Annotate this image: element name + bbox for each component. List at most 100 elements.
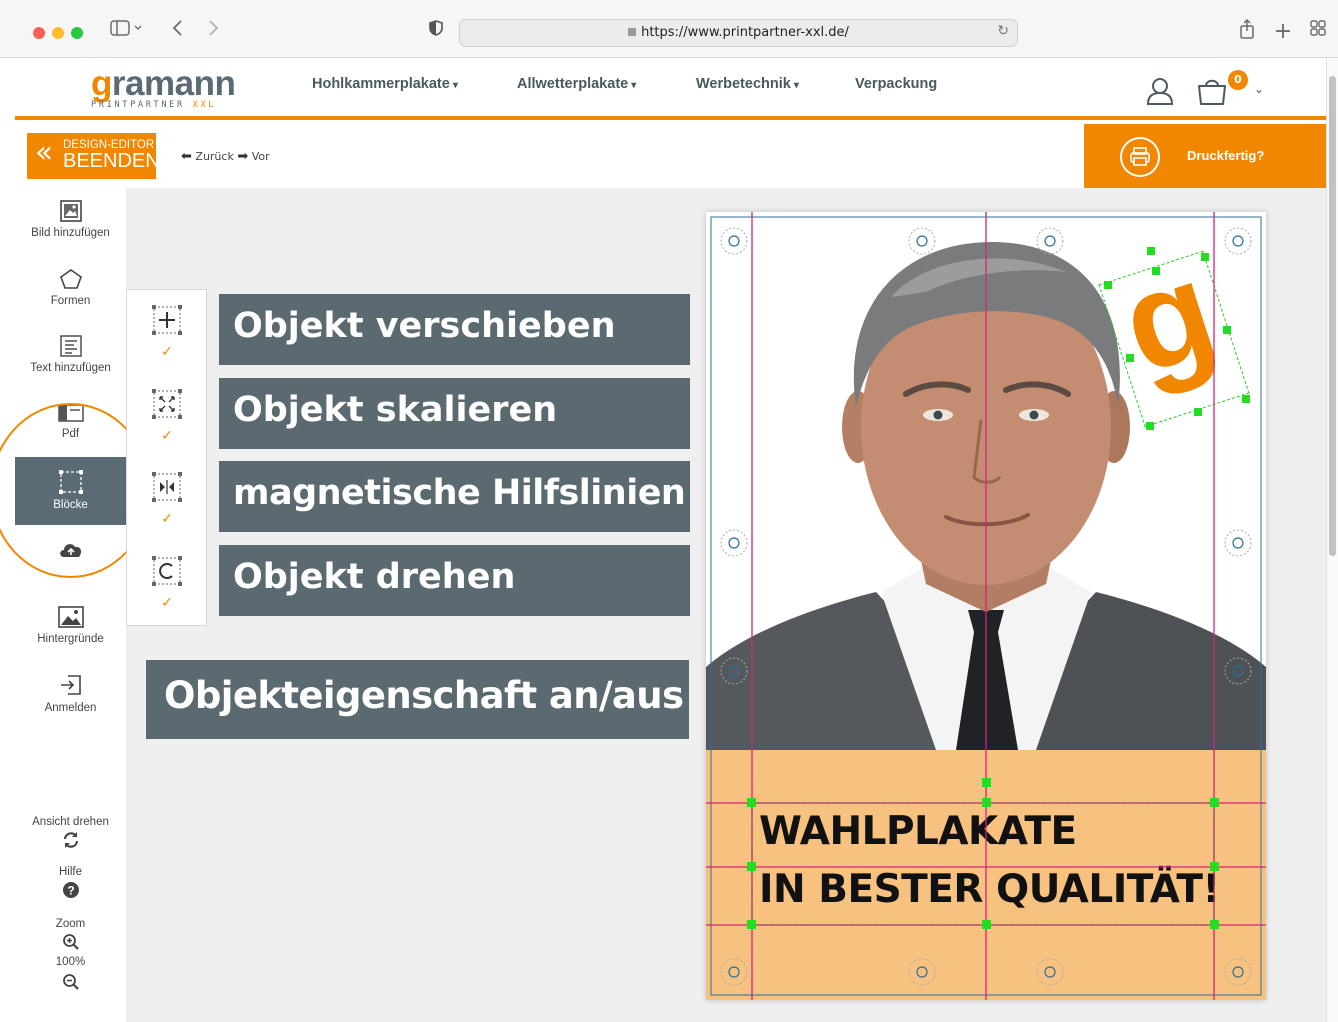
nav-label: Hohlkammerplakate <box>312 76 450 92</box>
url-text: https://www.printpartner-xxl.de/ <box>641 25 849 40</box>
nav-hohlkammerplakate[interactable]: Hohlkammerplakate ▾ <box>312 76 458 92</box>
callout-text: Objekt verschieben <box>233 306 616 346</box>
check-icon: ✓ <box>161 511 173 527</box>
chevron-down-icon[interactable]: ⌄ <box>1254 82 1264 96</box>
check-icon: ✓ <box>161 595 173 611</box>
sidebar-item-label: Text hinzufügen <box>30 362 111 374</box>
callout-text: Objekt skalieren <box>233 390 558 430</box>
callout-toggle-property: Objekteigenschaft an/aus <box>146 660 689 739</box>
sidebar-item-backgrounds[interactable]: Hintergründe <box>15 606 126 645</box>
help-button[interactable]: Hilfe ? <box>15 866 126 904</box>
redo-arrow-icon: ➡ <box>237 149 249 164</box>
login-icon <box>60 675 81 695</box>
new-tab-icon[interactable]: + <box>1270 18 1296 46</box>
magnet-guides-icon <box>152 472 182 502</box>
sidebar-item-add-text[interactable]: Text hinzufügen <box>15 335 126 374</box>
refresh-icon <box>63 832 78 848</box>
callout-scale: Objekt skalieren <box>219 378 690 449</box>
double-chevron-left-icon: ‹‹ <box>35 135 53 170</box>
scale-icon <box>152 389 182 419</box>
logo-subline-accent: XXL <box>192 100 217 110</box>
logo-letter-g: g <box>91 64 112 103</box>
share-icon[interactable] <box>1234 18 1260 46</box>
shield-icon[interactable] <box>424 18 448 46</box>
zoom-window-button[interactable] <box>71 27 83 39</box>
sidebar-item-label: Formen <box>50 295 91 307</box>
sidebar-item-label: Hintergründe <box>37 633 104 645</box>
user-account-icon[interactable] <box>1145 76 1175 106</box>
scale-toggle[interactable]: ✓ <box>151 388 183 444</box>
print-ready-label: Druckfertig? <box>1187 148 1265 163</box>
print-ready-button[interactable]: Druckfertig? <box>1084 124 1326 188</box>
logo-subline: PRINTPARTNER <box>91 100 185 110</box>
check-icon: ✓ <box>161 428 173 444</box>
callout-rotate: Objekt drehen <box>219 545 690 616</box>
browser-toolbar: https://www.printpartner-xxl.de/ ↻ + <box>0 0 1338 58</box>
callout-move: Objekt verschieben <box>219 294 690 365</box>
close-window-button[interactable] <box>33 27 45 39</box>
sidebar-item-login[interactable]: Anmelden <box>15 673 126 714</box>
redo-label: Vor <box>251 150 270 163</box>
rotate-view-button[interactable]: Ansicht drehen <box>15 816 126 854</box>
zoom-out-icon[interactable] <box>62 973 80 991</box>
nav-allwetterplakate[interactable]: Allwetterplakate ▾ <box>517 76 636 92</box>
backgrounds-icon <box>57 606 84 628</box>
forward-icon[interactable] <box>201 18 225 46</box>
zoom-value: 100% <box>55 956 86 968</box>
poster-canvas[interactable]: WAHLPLAKATE IN BESTER QUALITÄT! g <box>706 212 1266 1000</box>
sidebar-item-label: Bild hinzufügen <box>31 227 110 239</box>
callout-text: magnetische Hilfslinien <box>233 473 686 513</box>
end-design-editor-button[interactable]: ‹‹ DESIGN-EDITOR BEENDEN <box>27 133 160 179</box>
lock-icon <box>628 28 637 36</box>
svg-text:?: ? <box>67 884 74 898</box>
block-options-panel: ✓ ✓ ✓ ✓ <box>126 289 207 626</box>
reload-icon[interactable]: ↻ <box>997 23 1009 39</box>
printer-icon <box>1120 137 1160 177</box>
logo-word: ramann <box>111 64 236 103</box>
check-icon: ✓ <box>161 344 173 360</box>
nav-label: Verpackung <box>855 76 938 92</box>
undo-button[interactable]: ⬅ Zurück <box>181 149 234 164</box>
undo-arrow-icon: ⬅ <box>181 149 192 164</box>
help-label: Hilfe <box>58 866 82 878</box>
page-scrollbar[interactable] <box>1326 58 1338 1022</box>
zoom-control: Zoom 100% <box>15 918 126 996</box>
text-add-icon <box>59 335 82 357</box>
scrollbar-thumb[interactable] <box>1329 76 1336 556</box>
move-icon <box>152 305 182 335</box>
callout-text: Objekteigenschaft an/aus <box>164 674 684 717</box>
chevron-down-icon: ▾ <box>631 80 637 91</box>
sidebar-item-add-image[interactable]: Bild hinzufügen <box>15 200 126 239</box>
callout-text: Objekt drehen <box>233 557 516 597</box>
callout-magnetic-guides: magnetische Hilfslinien <box>219 461 690 532</box>
tab-overview-icon[interactable] <box>1305 18 1331 46</box>
nav-label: Allwetterplakate <box>517 76 629 92</box>
nav-verpackung[interactable]: Verpackung <box>855 76 937 92</box>
guide-overlay <box>706 212 1266 1000</box>
nav-werbetechnik[interactable]: Werbetechnik ▾ <box>696 76 799 92</box>
undo-redo-group: ⬅ Zurück ➡ Vor <box>181 149 270 164</box>
image-add-icon <box>59 200 82 222</box>
cart-count-badge: 0 <box>1228 70 1248 90</box>
move-toggle[interactable]: ✓ <box>151 304 183 360</box>
address-bar[interactable]: https://www.printpartner-xxl.de/ ↻ <box>459 19 1018 47</box>
site-header: gramann PRINTPARTNER XXL Hohlkammerplaka… <box>15 58 1326 120</box>
minimize-window-button[interactable] <box>52 27 64 39</box>
rotate-toggle[interactable]: ✓ <box>151 555 183 611</box>
magnetic-guides-toggle[interactable]: ✓ <box>151 471 183 527</box>
pentagon-icon <box>59 269 82 289</box>
sidebar-toggle-icon[interactable] <box>106 18 146 46</box>
editor-toolbar: ‹‹ DESIGN-EDITOR BEENDEN ⬅ Zurück ➡ Vor … <box>15 124 1326 188</box>
chevron-down-icon: ▾ <box>793 80 799 91</box>
shopping-bag-icon[interactable] <box>1195 76 1231 106</box>
end-button-line2: BEENDEN <box>63 150 160 172</box>
gramann-logo[interactable]: gramann PRINTPARTNER XXL <box>91 66 236 110</box>
nav-label: Werbetechnik <box>696 76 791 92</box>
redo-button[interactable]: ➡ Vor <box>237 149 270 164</box>
sidebar-item-shapes[interactable]: Formen <box>15 268 126 307</box>
rotate-view-label: Ansicht drehen <box>32 816 109 828</box>
zoom-in-icon[interactable] <box>62 933 80 951</box>
back-icon[interactable] <box>166 18 190 46</box>
zoom-label: Zoom <box>55 918 86 930</box>
sidebar-item-label: Anmelden <box>44 702 97 714</box>
